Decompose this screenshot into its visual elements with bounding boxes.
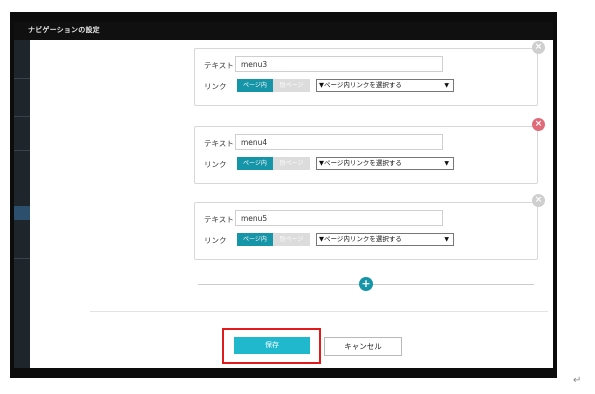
select-value: ▼ページ内リンクを選択する — [319, 81, 402, 89]
cancel-button[interactable]: キャンセル — [324, 337, 402, 356]
close-icon[interactable]: × — [532, 194, 545, 207]
select-value: ▼ページ内リンクを選択する — [319, 159, 402, 167]
text-label: テキスト — [204, 215, 234, 224]
other-page-link-toggle[interactable]: 別ページ — [273, 157, 310, 170]
close-icon[interactable]: × — [532, 118, 545, 131]
menu-card: テキスト menu4 リンク ページ内 別ページ ▼ページ内リンクを選択する ▼ — [194, 126, 538, 184]
text-label: テキスト — [204, 61, 234, 70]
link-label: リンク — [204, 82, 227, 91]
other-page-link-toggle[interactable]: 別ページ — [273, 233, 310, 246]
select-value: ▼ページ内リンクを選択する — [319, 235, 402, 243]
sidebar-divider — [14, 150, 30, 151]
close-icon[interactable]: × — [532, 41, 545, 54]
text-label: テキスト — [204, 139, 234, 148]
in-page-link-select[interactable]: ▼ページ内リンクを選択する ▼ — [316, 79, 454, 92]
in-page-link-toggle[interactable]: ページ内 — [237, 79, 273, 92]
menu-card: テキスト menu5 リンク ページ内 別ページ ▼ページ内リンクを選択する ▼ — [194, 202, 538, 260]
return-mark-icon: ↵ — [573, 375, 582, 386]
screenshot: ナビゲーションの設定 テキスト menu3 リンク ページ内 別ページ ▼ページ… — [0, 0, 595, 394]
dropdown-caret-icon: ▼ — [444, 160, 449, 167]
other-page-link-toggle[interactable]: 別ページ — [273, 79, 310, 92]
menu-text-input[interactable]: menu4 — [235, 134, 443, 150]
footer-divider — [90, 311, 548, 312]
dialog-content: テキスト menu3 リンク ページ内 別ページ ▼ページ内リンクを選択する ▼… — [30, 40, 553, 368]
in-page-link-select[interactable]: ▼ページ内リンクを選択する ▼ — [316, 233, 454, 246]
link-label: リンク — [204, 160, 227, 169]
sidebar-active-item — [14, 206, 30, 220]
dropdown-caret-icon: ▼ — [444, 82, 449, 89]
sidebar-divider — [14, 116, 30, 117]
menu-card: テキスト menu3 リンク ページ内 別ページ ▼ページ内リンクを選択する ▼ — [194, 48, 538, 106]
in-page-link-select[interactable]: ▼ページ内リンクを選択する ▼ — [316, 157, 454, 170]
dropdown-caret-icon: ▼ — [444, 236, 449, 243]
background-sidebar — [14, 38, 30, 368]
menu-text-input[interactable]: menu3 — [235, 56, 443, 72]
sidebar-divider — [14, 258, 30, 259]
sidebar-divider — [14, 78, 30, 79]
dialog-titlebar: ナビゲーションの設定 — [14, 22, 553, 40]
menu-text-input[interactable]: menu5 — [235, 210, 443, 226]
link-label: リンク — [204, 236, 227, 245]
in-page-link-toggle[interactable]: ページ内 — [237, 233, 273, 246]
save-button[interactable]: 保存 — [234, 337, 310, 354]
dialog-title: ナビゲーションの設定 — [28, 26, 100, 34]
plus-icon[interactable]: + — [359, 277, 373, 291]
in-page-link-toggle[interactable]: ページ内 — [237, 157, 273, 170]
